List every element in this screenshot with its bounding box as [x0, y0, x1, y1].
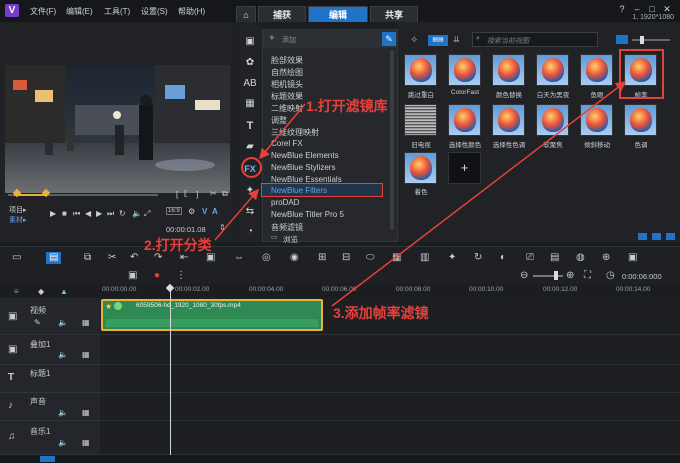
arrow-step1	[259, 103, 306, 160]
annotation-arrows	[214, 81, 627, 307]
annotation-step3: 3.添加帧率滤镜	[333, 305, 429, 321]
annotation-step2: 2.打开分类	[144, 237, 212, 253]
annotation-step1: 1.打开滤镜库	[306, 98, 388, 114]
app-window: V 文件(F) 编辑(E) 工具(T) 设置(S) 帮助(H) ⌂ 捕获 编辑 …	[0, 0, 680, 463]
arrow-step2	[214, 188, 259, 241]
